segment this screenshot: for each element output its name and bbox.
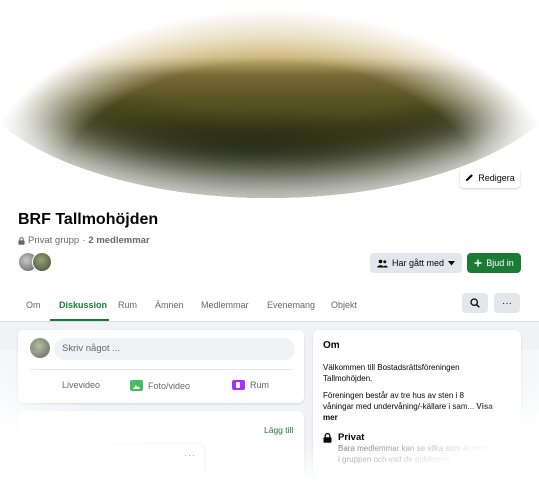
post-card <box>58 444 204 485</box>
post-more-icon[interactable]: ··· <box>184 450 196 460</box>
tab-topics[interactable]: Ämnen <box>155 300 184 310</box>
room-icon <box>232 380 245 390</box>
live-video-button[interactable]: Livevideo <box>62 380 100 390</box>
group-title: BRF Tallmohöjden <box>18 211 159 228</box>
photo-video-label: Foto/video <box>148 380 191 391</box>
privacy-description: Bara medlemmar kan se vilka som är med i… <box>338 444 488 464</box>
photo-icon <box>130 380 143 391</box>
about-description-text: Föreningen består av tre hus av sten i 8… <box>323 391 475 411</box>
more-icon: ··· <box>502 297 512 309</box>
lock-icon <box>323 433 332 443</box>
invite-label: Bjud in <box>486 258 514 268</box>
group-privacy[interactable]: Privat grupp <box>28 235 79 246</box>
photo-video-button[interactable]: Foto/video <box>130 380 190 391</box>
live-video-label: Livevideo <box>62 380 101 390</box>
search-button[interactable] <box>462 293 488 313</box>
meta-separator: · <box>82 235 86 246</box>
room-button[interactable]: Rum <box>232 380 269 390</box>
divider <box>30 369 292 370</box>
privacy-info: Privat Bara medlemmar kan se vilka som ä… <box>323 432 488 465</box>
caret-down-icon <box>448 260 456 265</box>
cover-photo <box>0 0 539 198</box>
tab-rooms[interactable]: Rum <box>118 300 137 310</box>
composer-input[interactable]: Skriv något ... <box>54 338 295 360</box>
about-welcome: Välkommen till Bostadsrättsföreningen Ta… <box>323 363 460 383</box>
cover-image <box>0 0 539 198</box>
invite-button[interactable]: Bjud in <box>467 253 521 273</box>
tab-events[interactable]: Evenemang <box>267 300 315 310</box>
tab-items[interactable]: Objekt <box>331 300 357 310</box>
lock-icon <box>18 236 25 245</box>
privacy-title: Privat <box>338 432 365 443</box>
people-icon <box>377 259 388 267</box>
pencil-icon <box>466 174 474 182</box>
plus-icon <box>474 259 482 267</box>
group-meta: Privat grupp · 2 medlemmar <box>18 235 150 246</box>
tab-discussion[interactable]: Diskussion <box>59 300 107 310</box>
room-label: Rum <box>250 380 270 390</box>
joined-label: Har gått med <box>391 258 445 268</box>
about-description: Föreningen består av tre hus av sten i 8… <box>323 390 493 423</box>
search-icon <box>470 298 480 308</box>
tab-about[interactable]: Om <box>26 300 41 310</box>
post-composer: Skriv något ... Livevideo Foto/video Rum <box>18 330 304 403</box>
avatar[interactable] <box>32 252 52 272</box>
edit-cover-label: Redigera <box>478 172 515 183</box>
group-tabs: Om Diskussion Rum Ämnen Medlemmar Evenem… <box>0 292 539 322</box>
member-avatars[interactable] <box>18 252 52 272</box>
active-tab-indicator <box>50 319 109 321</box>
about-title: Om <box>323 340 340 351</box>
edit-cover-button[interactable]: Redigera <box>460 167 520 188</box>
joined-button[interactable]: Har gått med <box>370 253 462 273</box>
more-options-button[interactable]: ··· <box>494 293 520 313</box>
tab-members[interactable]: Medlemmar <box>201 300 249 310</box>
add-link[interactable]: Lägg till <box>264 425 293 435</box>
member-count[interactable]: 2 medlemmar <box>88 235 149 246</box>
avatar[interactable] <box>30 338 50 358</box>
